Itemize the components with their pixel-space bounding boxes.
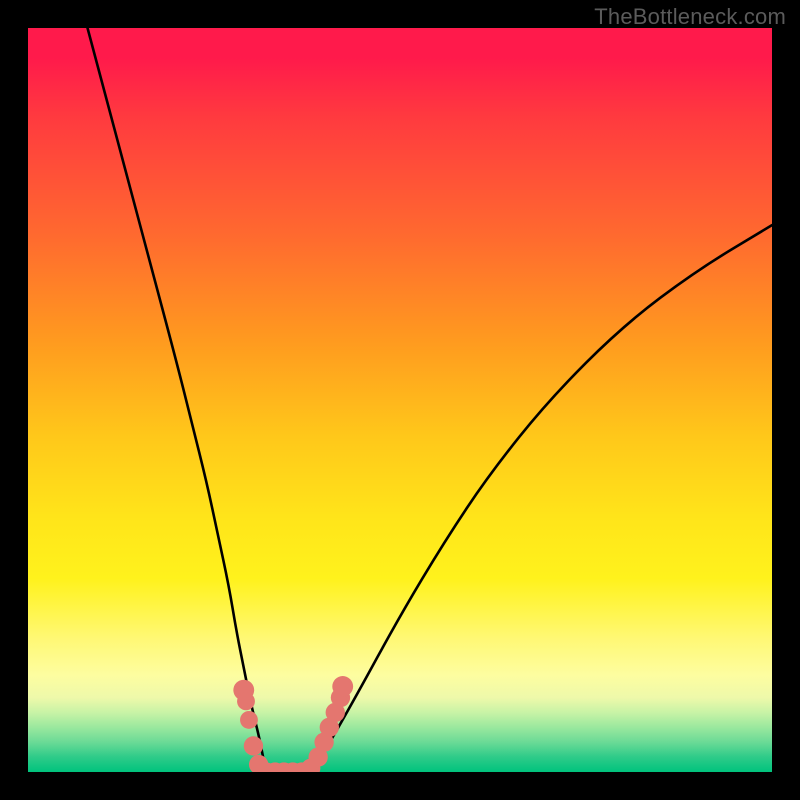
data-marker [237,692,255,710]
plot-area [28,28,772,772]
chart-frame: TheBottleneck.com [0,0,800,800]
marker-group [233,676,353,772]
data-marker [332,676,353,697]
data-marker [240,711,258,729]
curve-group [88,28,772,772]
chart-svg [28,28,772,772]
watermark-text: TheBottleneck.com [594,4,786,30]
bottleneck-curve [88,28,772,772]
data-marker [244,736,263,755]
